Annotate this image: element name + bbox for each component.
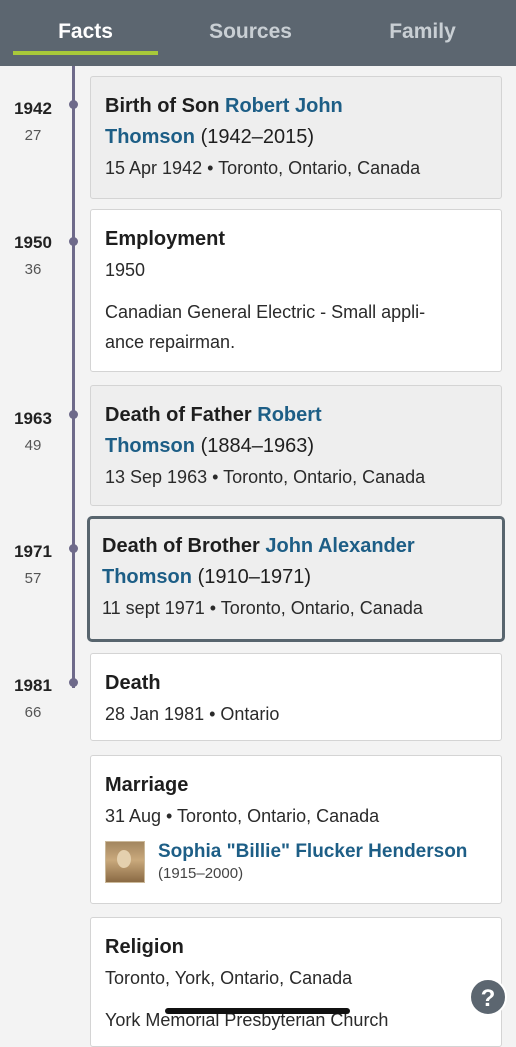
timeline-dot [69,100,78,109]
fact-date: 1950 [105,260,146,280]
fact-card-death-of-brother[interactable]: Death of Brother John Alexander Thomson … [87,516,505,642]
fact-card-employment[interactable]: Employment 1950 Canadian General Electri… [90,209,502,372]
fact-detail: Toronto, York, Ontario, Canada [105,968,353,988]
person-link[interactable]: John Alexander [265,535,414,557]
person-link[interactable]: Robert John [225,95,343,117]
fact-title: Birth of Son Robert John Thomson (1942–2… [105,95,343,148]
fact-detail: 31 Aug • Toronto, Ontario, Canada [105,806,380,826]
timeline-age: 66 [24,704,42,721]
spouse-row[interactable]: Sophia "Billie" Flucker Henderson (1915–… [105,839,487,889]
fact-detail: 11 sept 1971 • Toronto, Ontario, Canada [102,598,423,618]
spouse-link[interactable]: Sophia "Billie" Flucker Henderson [158,839,467,865]
person-dates: (1884–1963) [200,435,314,457]
home-indicator[interactable] [165,1008,350,1014]
tab-sources[interactable]: Sources [178,0,323,66]
timeline-year: 1950 [14,233,52,252]
fact-card-birth-of-son[interactable]: Birth of Son Robert John Thomson (1942–2… [90,76,502,199]
timeline-dot [69,410,78,419]
timeline-age: 49 [24,437,42,454]
fact-title: Death of Father Robert Thomson (1884–196… [105,404,322,457]
fact-card-death-of-father[interactable]: Death of Father Robert Thomson (1884–196… [90,385,502,506]
person-dates: (1942–2015) [200,126,314,148]
person-link[interactable]: Thomson [102,566,192,588]
timeline-year: 1963 [14,409,52,428]
help-button[interactable]: ? [469,978,507,1016]
tab-facts[interactable]: Facts [13,0,158,66]
fact-detail: 15 Apr 1942 • Toronto, Ontario, Canada [105,158,421,178]
fact-title: Employment [105,228,226,250]
timeline-year: 1942 [14,99,52,118]
active-tab-indicator [13,51,158,55]
person-link[interactable]: Thomson [105,126,195,148]
fact-detail: 13 Sep 1963 • Toronto, Ontario, Canada [105,467,426,487]
spouse-avatar [105,841,145,883]
timeline-dot [69,544,78,553]
fact-title: Marriage [105,774,189,796]
timeline-year: 1981 [14,676,52,695]
timeline-age: 57 [24,570,42,587]
fact-title: Death of Brother John Alexander Thomson … [102,535,415,588]
fact-card-marriage[interactable]: Marriage 31 Aug • Toronto, Ontario, Cana… [90,755,502,904]
tab-family[interactable]: Family [350,0,495,66]
fact-description: Canadian General Electric - Small appli-… [105,302,426,352]
person-dates: (1910–1971) [197,566,311,588]
spouse-dates: (1915–2000) [158,865,244,882]
timeline-dot [69,678,78,687]
fact-title: Death [105,672,161,694]
timeline-dot [69,237,78,246]
timeline-line [72,66,75,688]
fact-title: Religion [105,936,184,958]
fact-detail: 28 Jan 1981 • Ontario [105,704,280,724]
timeline-age: 36 [24,261,42,278]
person-link[interactable]: Robert [257,404,321,426]
tab-bar: Facts Sources Family [0,0,516,66]
fact-card-death[interactable]: Death 28 Jan 1981 • Ontario [90,653,502,741]
timeline-age: 27 [24,127,42,144]
fact-card-religion[interactable]: Religion Toronto, York, Ontario, Canada … [90,917,502,1047]
person-link[interactable]: Thomson [105,435,195,457]
timeline-year: 1971 [14,542,52,561]
